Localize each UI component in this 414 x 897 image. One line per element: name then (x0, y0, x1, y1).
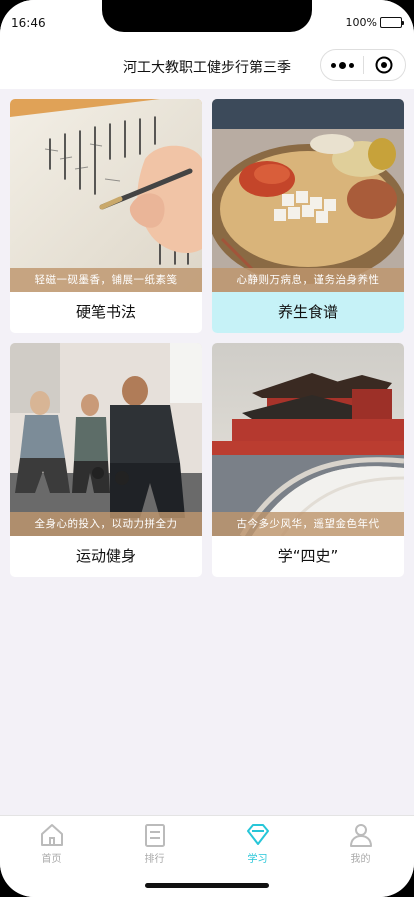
battery-icon (380, 17, 404, 28)
ranking-icon (144, 824, 165, 847)
card-calligraphy[interactable]: 轻磁一砚墨香，铺展一纸素笺 硬笔书法 (10, 99, 202, 333)
card-caption: 全身心的投入，以动力拼全力 (10, 512, 202, 536)
card-label: 运动健身 (75, 547, 136, 565)
card-caption: 轻磁一砚墨香，铺展一纸素笺 (10, 268, 202, 292)
tab-label: 首页 (41, 854, 62, 865)
battery-percent: 100% (345, 16, 377, 29)
status-time: 16:46 (11, 16, 46, 30)
card-label: 养生食谱 (212, 292, 404, 333)
card-health-recipes[interactable]: 心静则万病息，谨务治身养性 养生食谱 (212, 99, 404, 333)
more-menu-button[interactable] (321, 61, 363, 69)
target-icon (375, 56, 393, 74)
navigation-bar: 河工大教职工健步行第三季 (0, 44, 414, 89)
fitness-class-photo (10, 343, 202, 536)
card-label: 硬笔书法 (75, 303, 136, 321)
calligraphy-photo (10, 99, 202, 292)
close-program-button[interactable] (364, 56, 405, 74)
card-four-histories[interactable]: 古今多少风华，遥望金色年代 学“四史” (212, 343, 404, 577)
card-fitness[interactable]: 全身心的投入，以动力拼全力 运动健身 (10, 343, 202, 577)
status-bar: 16:46 100% (0, 0, 414, 44)
home-indicator (145, 883, 269, 888)
notch (102, 0, 312, 32)
card-caption: 心静则万病息，谨务治身养性 (212, 268, 404, 292)
home-icon (40, 824, 63, 846)
tab-profile[interactable]: 我的 (309, 822, 412, 865)
study-diamond-icon (246, 824, 269, 845)
tab-label: 排行 (144, 854, 165, 865)
forbidden-city-photo (212, 343, 404, 536)
tab-study[interactable]: 学习 (206, 822, 309, 865)
profile-icon (349, 824, 372, 847)
card-caption: 古今多少风华，遥望金色年代 (212, 512, 404, 536)
herbal-medicine-photo (212, 99, 404, 292)
phone-screen: 16:46 100% 河工大教职工健步行第三季 轻磁一砚墨香，铺展一纸素笺 硬笔… (0, 0, 414, 897)
mini-program-capsule (320, 49, 406, 81)
tab-home[interactable]: 首页 (0, 822, 103, 865)
tab-ranking[interactable]: 排行 (103, 822, 206, 865)
tab-label: 学习 (247, 854, 268, 865)
tab-label: 我的 (350, 854, 371, 865)
card-label: 学“四史” (277, 547, 339, 565)
battery-indicator: 100% (345, 16, 404, 29)
